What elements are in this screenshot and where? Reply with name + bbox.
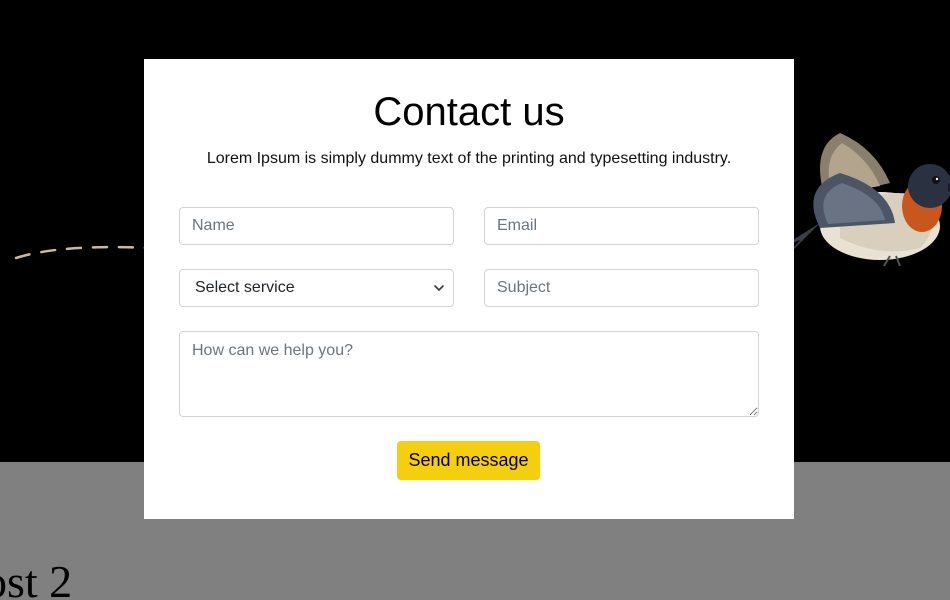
message-textarea[interactable] [179, 331, 759, 417]
chevron-down-icon [434, 285, 444, 291]
dashed-flight-path [14, 245, 152, 260]
subject-input[interactable] [484, 269, 759, 307]
bird-illustration [780, 133, 950, 267]
service-select-value: Select service [195, 279, 295, 296]
page: ost 2 Contact us Lorem Ipsum is simply d… [0, 0, 950, 600]
post-heading: ost 2 [0, 556, 73, 600]
modal-title: Contact us [373, 90, 565, 134]
email-input[interactable] [484, 207, 759, 245]
service-select[interactable]: Select service [179, 269, 454, 307]
name-input[interactable] [179, 207, 454, 245]
contact-modal: Contact us Lorem Ipsum is simply dummy t… [144, 59, 794, 519]
modal-subtitle: Lorem Ipsum is simply dummy text of the … [206, 150, 732, 167]
send-message-button[interactable]: Send message [397, 441, 540, 480]
